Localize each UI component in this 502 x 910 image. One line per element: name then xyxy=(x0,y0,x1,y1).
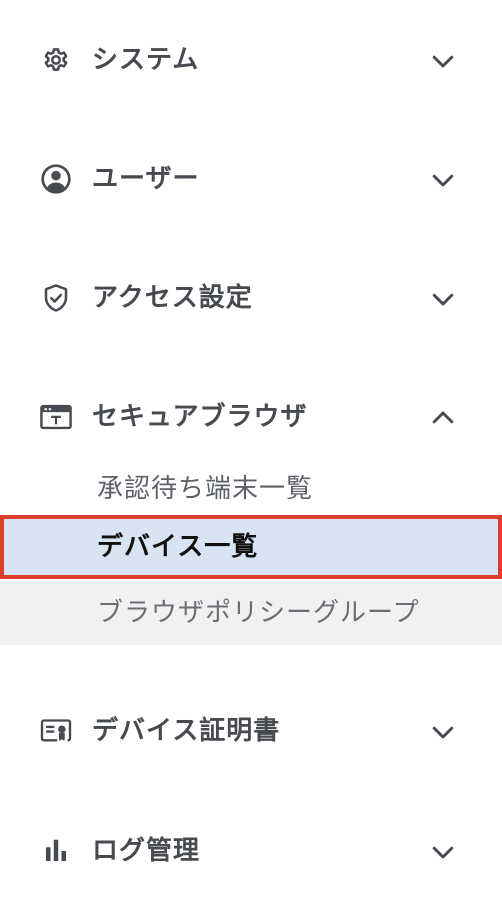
nav-section-secure-browser[interactable]: セキュアブラウザ xyxy=(0,387,502,447)
gear-icon xyxy=(37,45,75,75)
chevron-down-icon xyxy=(428,46,458,76)
nav-section-device-certificate[interactable]: デバイス証明書 xyxy=(0,701,502,761)
chevron-up-icon xyxy=(428,403,458,433)
sidebar-nav: システム ユーザー アクセス設定 セキュアブラウザ 承認待ち端末一覧 デバイス一… xyxy=(0,0,502,910)
certificate-icon xyxy=(37,716,75,746)
sidebar-item-pending-devices[interactable]: 承認待ち端末一覧 xyxy=(0,467,502,511)
bar-chart-icon xyxy=(37,836,75,866)
chevron-down-icon xyxy=(428,717,458,747)
nav-section-system[interactable]: システム xyxy=(0,30,502,90)
nav-section-label: アクセス設定 xyxy=(92,283,253,313)
sidebar-item-device-list[interactable]: デバイス一覧 xyxy=(0,515,502,579)
nav-section-access-settings[interactable]: アクセス設定 xyxy=(0,268,502,328)
chevron-down-icon xyxy=(428,837,458,867)
user-icon xyxy=(37,164,75,194)
nav-section-label: ログ管理 xyxy=(92,836,201,866)
nav-section-label: セキュアブラウザ xyxy=(92,402,308,432)
sidebar-item-label: ブラウザポリシーグループ xyxy=(97,598,420,628)
nav-section-user[interactable]: ユーザー xyxy=(0,149,502,209)
nav-section-label: システム xyxy=(92,45,200,75)
sidebar-item-label: デバイス一覧 xyxy=(97,532,259,562)
nav-section-label: デバイス証明書 xyxy=(92,716,281,746)
chevron-down-icon xyxy=(428,165,458,195)
browser-window-icon xyxy=(37,402,75,432)
shield-check-icon xyxy=(37,283,75,313)
sidebar-item-browser-policy-group[interactable]: ブラウザポリシーグループ xyxy=(0,581,502,645)
sidebar-item-label: 承認待ち端末一覧 xyxy=(97,474,314,504)
nav-section-label: ユーザー xyxy=(92,164,200,194)
nav-section-log-management[interactable]: ログ管理 xyxy=(0,821,502,881)
chevron-down-icon xyxy=(428,284,458,314)
